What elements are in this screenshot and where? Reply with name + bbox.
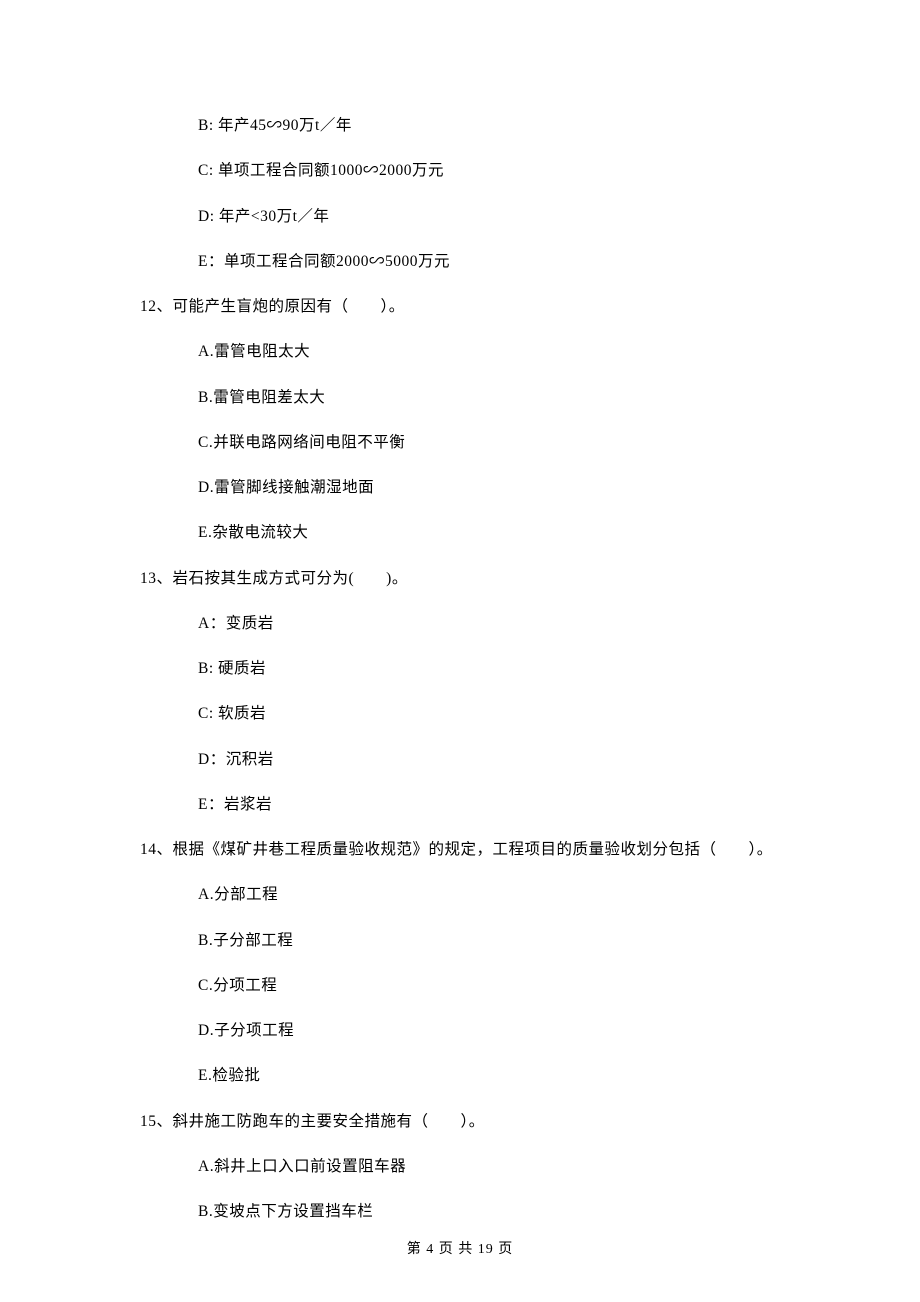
option: D.子分项工程 <box>140 1019 820 1042</box>
page: B: 年产45∽90万t／年 C: 单项工程合同额1000∽2000万元 D: … <box>0 0 920 1302</box>
option: A：变质岩 <box>140 612 820 635</box>
option: D: 年产<30万t／年 <box>140 205 820 228</box>
option: D.雷管脚线接触潮湿地面 <box>140 476 820 499</box>
question-12-stem: 12、可能产生盲炮的原因有（ ）。 <box>140 295 820 318</box>
option: C: 单项工程合同额1000∽2000万元 <box>140 159 820 182</box>
option: E.杂散电流较大 <box>140 521 820 544</box>
option: B: 年产45∽90万t／年 <box>140 114 820 137</box>
option: C.并联电路网络间电阻不平衡 <box>140 431 820 454</box>
option: B.子分部工程 <box>140 929 820 952</box>
option: B: 硬质岩 <box>140 657 820 680</box>
page-footer: 第 4 页 共 19 页 <box>0 1239 920 1260</box>
option: A.雷管电阻太大 <box>140 340 820 363</box>
option: B.变坡点下方设置挡车栏 <box>140 1200 820 1223</box>
option: B.雷管电阻差太大 <box>140 386 820 409</box>
question-13-stem: 13、岩石按其生成方式可分为( )。 <box>140 567 820 590</box>
option: A.斜井上口入口前设置阻车器 <box>140 1155 820 1178</box>
option: C.分项工程 <box>140 974 820 997</box>
option: D：沉积岩 <box>140 748 820 771</box>
option: E：单项工程合同额2000∽5000万元 <box>140 250 820 273</box>
option: A.分部工程 <box>140 883 820 906</box>
question-14-stem: 14、根据《煤矿井巷工程质量验收规范》的规定，工程项目的质量验收划分包括（ ）。 <box>140 838 820 861</box>
question-15-stem: 15、斜井施工防跑车的主要安全措施有（ ）。 <box>140 1110 820 1133</box>
option: C: 软质岩 <box>140 702 820 725</box>
option: E：岩浆岩 <box>140 793 820 816</box>
option: E.检验批 <box>140 1064 820 1087</box>
